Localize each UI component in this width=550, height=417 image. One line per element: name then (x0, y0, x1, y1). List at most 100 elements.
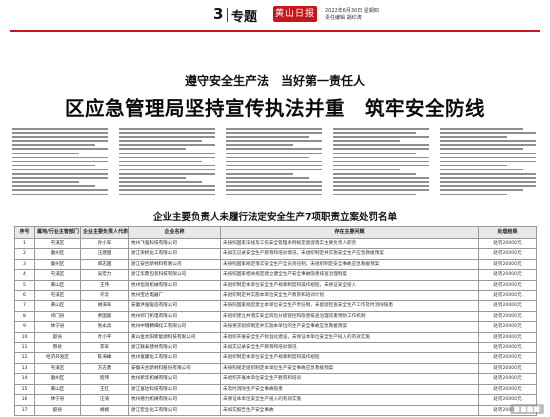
text-line (333, 177, 429, 179)
row-company: 浙江富达科技有限公司 (128, 383, 221, 396)
row-result: 处罚20000元 (478, 290, 537, 302)
table-row: 15 黄山区 王红 浙江富达科技有限公司 未及时消除生产安全事故隐患 处罚20000元 (14, 383, 537, 396)
table-row: 2 徽州区 汪建国 浙江荣帆化工有限公司 未如实记录安全生产教育和培训情况，未组织制定并… (14, 248, 537, 260)
text-line (119, 164, 215, 167)
text-line (12, 144, 95, 146)
text-line (333, 132, 416, 134)
row-dept: 徽州区 (34, 373, 81, 385)
row-issue: 未组织开展安全生产标准化建设，未保证本单位安全生产投入的有效实施 (220, 331, 479, 344)
row-dept: 黟县 (34, 342, 81, 354)
row-company: 杭州祁门机电有限公司 (128, 310, 221, 323)
row-company: 浙江华鼎包装科技有限公司 (128, 269, 221, 281)
row-person: 张永兵 (80, 321, 129, 333)
text-line (440, 136, 508, 138)
row-dept: 歙县 (34, 404, 81, 416)
text-line (333, 181, 429, 183)
table-row: 7 黄山区 胡海军 安徽洪强锻造有限公司 未按照国家规定建立本单位安全生产责任制，未督促… (14, 300, 537, 312)
row-number: 10 (14, 331, 35, 344)
row-result: 处罚20000元 (478, 258, 537, 271)
text-line (226, 144, 294, 146)
text-line (12, 177, 108, 179)
text-line (333, 173, 416, 175)
row-issue: 未按照国家规定落实安全生产全员责任制，未组织制定安全事故应急救援预案 (220, 258, 479, 271)
text-line (226, 148, 322, 150)
article-column-2 (119, 128, 215, 200)
row-person: 程伟 (80, 373, 129, 385)
table-row: 16 休宁县 汪涛 杭州德力机械有限公司 未保证本单位安全生产投入的有效实施 处罚2000… (14, 394, 537, 406)
row-issue: 未按照国家法规及工伤安全管理条例规定督促落实主要负责人职责 (220, 237, 479, 250)
row-result: 处罚20000元 (478, 331, 537, 344)
text-line (440, 156, 536, 159)
text-line (119, 189, 215, 191)
table-row: 11 黟县 李军 浙江联泰建材有限公司 未如实记录安全生产教育和培训情况 处罚20000元 (14, 342, 537, 354)
row-dept: 屯溪区 (34, 237, 81, 250)
text-line (119, 128, 215, 130)
header-result: 处理结果 (478, 226, 537, 239)
row-result: 处罚20000元 (478, 321, 537, 333)
row-number: 5 (14, 279, 35, 292)
row-number: 8 (14, 310, 35, 323)
row-result: 处罚20000元 (478, 342, 537, 354)
header-no: 序号 (14, 226, 35, 239)
row-person: 胡斌 (80, 404, 129, 416)
row-person: 陈海峰 (80, 352, 129, 364)
text-line (333, 189, 429, 191)
logo-text: 黄山日报 (274, 9, 315, 19)
row-dept: 黄山区 (34, 279, 81, 292)
issue-date: 2022年6月30日 星期四 (325, 8, 379, 14)
section-name: 专题 (231, 10, 258, 25)
row-number: 14 (14, 373, 35, 385)
row-company: 杭州飞强科技有限公司 (128, 237, 221, 250)
masthead: 3 专题 黄山日报 2022年6月30日 星期四 责任编辑 胡红涛 (0, 0, 550, 32)
text-line (12, 156, 108, 159)
text-line (440, 144, 536, 146)
text-line (440, 128, 523, 130)
row-company: 杭州宝达电器厂 (128, 290, 221, 302)
text-line (333, 152, 416, 155)
text-line (12, 181, 80, 183)
text-line (12, 152, 80, 155)
row-company: 杭州恒润机械有限公司 (128, 279, 221, 292)
table-row: 9 休宁县 张永兵 杭州中瑞精细化工有限公司 未按要求组织制定并实施本单位的生产安全事故… (14, 321, 537, 333)
text-line (333, 168, 401, 171)
text-line (440, 168, 523, 171)
row-dept: 休宁县 (34, 394, 81, 406)
row-dept: 黄山区 (34, 383, 81, 396)
text-line (226, 181, 322, 183)
row-result: 处罚20000元 (478, 279, 537, 292)
text-line (12, 168, 108, 171)
text-line (119, 140, 202, 142)
row-person: 余国富 (80, 310, 129, 323)
text-line (12, 128, 108, 130)
text-line (440, 177, 536, 179)
text-line (12, 164, 95, 167)
row-result: 处罚20000元 (478, 373, 537, 385)
text-line (12, 173, 108, 175)
row-company: 安徽天合新材料股份有限公司 (128, 362, 221, 375)
section-number: 3 (213, 5, 224, 23)
row-result: 处罚20000元 (478, 362, 537, 375)
text-line (333, 148, 429, 150)
row-dept: 徽州区 (34, 258, 81, 271)
row-company: 黄山金太阳新能源科技有限公司 (128, 331, 221, 344)
table-row: 8 祁门县 余国富 杭州祁门机电有限公司 未组织建立并落实安全风险分级管控和隐患排查治理… (14, 310, 537, 323)
table-row: 5 黄山区 王伟 杭州恒润机械有限公司 未组织制定本单位安全生产规章制度和操作规程，未保… (14, 279, 537, 292)
row-issue: 未按照规定组织制定本单位生产安全事故应急救援预案 (220, 362, 479, 375)
row-issue: 未保证本单位安全生产投入的有效实施 (220, 394, 479, 406)
row-issue: 未及时消除生产安全事故隐患 (220, 383, 479, 396)
article-column-5 (440, 128, 536, 200)
watermark: ■■■■ (509, 404, 544, 414)
row-number: 11 (14, 342, 35, 354)
row-dept: 屯溪区 (34, 269, 81, 281)
text-line (226, 140, 322, 142)
table-row: 14 徽州区 程伟 杭州新华机械有限公司 未组织开展本单位安全生产教育和培训 处罚2000… (14, 373, 537, 385)
text-line (12, 185, 95, 187)
header-dept: 属地/行业主管部门 (34, 226, 81, 239)
row-issue: 未按照国家规定建立本单位安全生产责任制，未督促检查安全生产工作及时消除隐患 (220, 300, 479, 312)
row-issue: 未组织制定本单位安全生产规章制度和操作规程，未保证安全投入 (220, 279, 479, 292)
row-dept: 祁门县 (34, 310, 81, 323)
text-line (119, 160, 202, 163)
article-body (12, 128, 538, 200)
text-line (333, 156, 429, 159)
row-issue: 未组织开展本单位安全生产教育和培训 (220, 373, 479, 385)
